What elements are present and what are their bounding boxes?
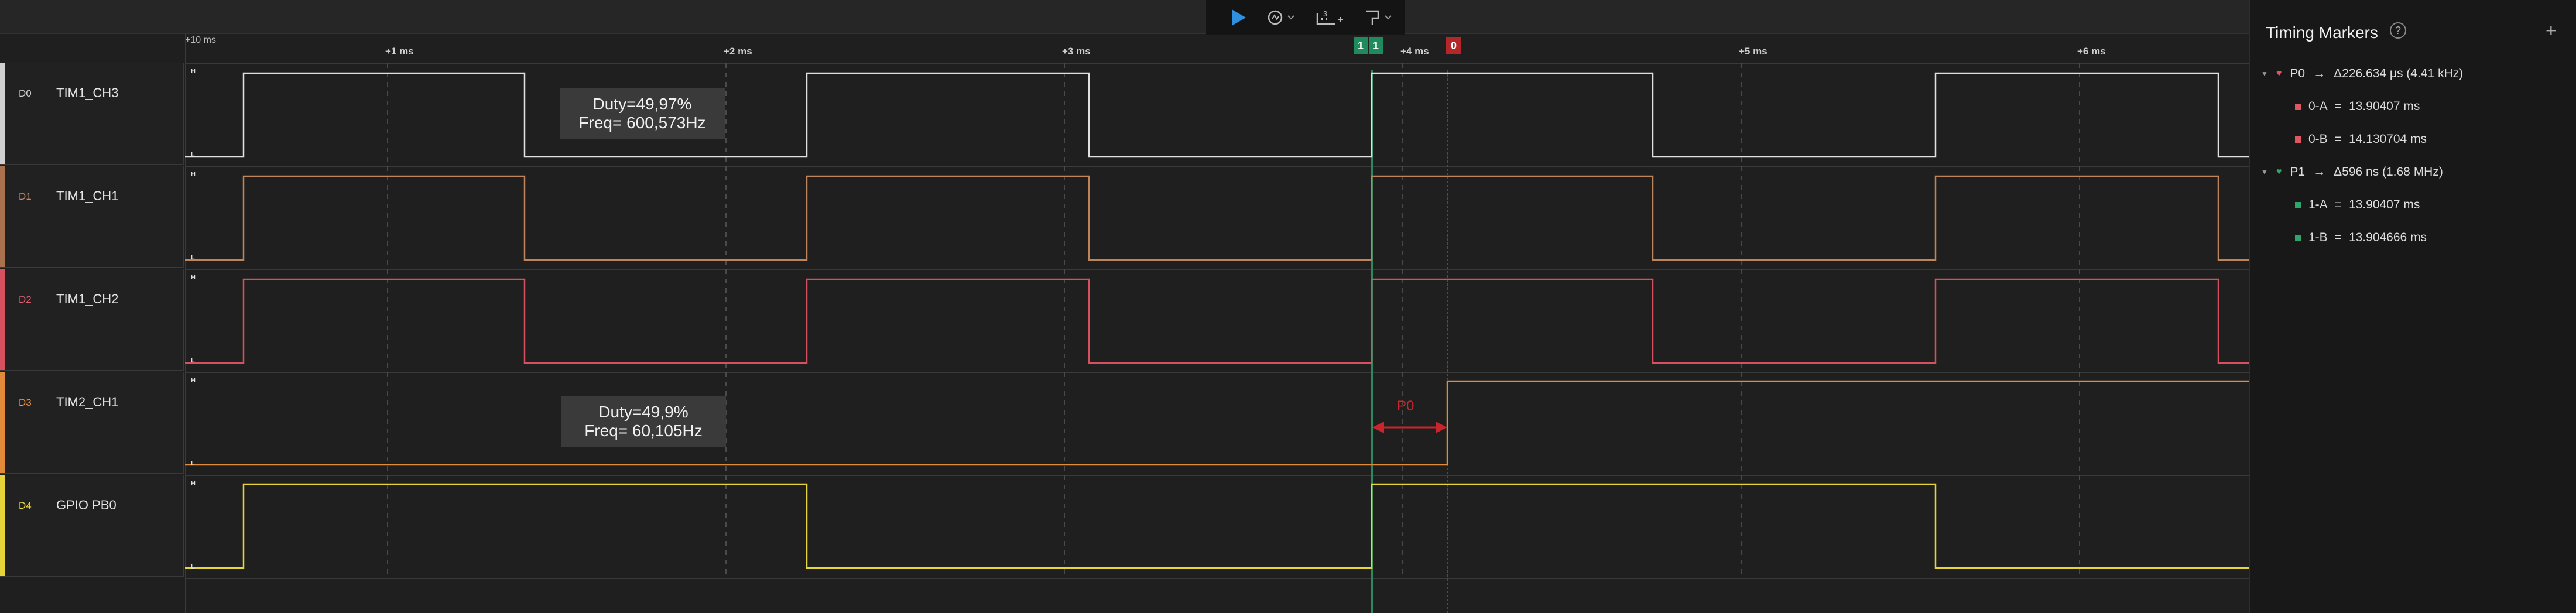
chevron-down-icon[interactable]: ▼ — [2261, 168, 2268, 176]
channel-row-d1[interactable]: D1 TIM1_CH1 — [0, 166, 184, 268]
low-level-label: L — [191, 357, 195, 364]
marker-pair-p1[interactable]: ▼ ♥ P1 → Δ596 ns (1.68 MHz) — [2261, 163, 2443, 181]
high-level-label: H — [191, 68, 196, 75]
p0-measure-arrow — [1372, 422, 1447, 433]
marker-row-0b[interactable]: 0-B = 14.130704 ms — [2295, 130, 2427, 149]
marker-row-0a[interactable]: 0-A = 13.90407 ms — [2295, 97, 2420, 116]
annotation-box-d3[interactable]: Duty=49,9% Freq= 60,105Hz — [561, 396, 726, 447]
annotation-line: Duty=49,97% — [592, 95, 692, 113]
channel-color-bar — [0, 63, 5, 164]
add-marker-pair-button[interactable]: + — [2546, 20, 2557, 42]
marker-pair-name: P0 — [2290, 67, 2306, 80]
marker-eq: = — [2334, 100, 2342, 113]
high-level-label: H — [191, 171, 196, 178]
marker-value: 13.90407 ms — [2348, 198, 2420, 211]
waveform-canvas — [185, 34, 2249, 613]
marker-color-icon — [2295, 136, 2301, 143]
capture-toolbar: 3 — [1206, 0, 1405, 35]
annotation-line: Duty=49,9% — [598, 403, 688, 421]
chevron-down-icon — [1287, 15, 1294, 20]
channel-name: TIM2_CH1 — [56, 395, 119, 409]
marker-pair-p0[interactable]: ▼ ♥ P0 → Δ226.634 μs (4.41 kHz) — [2261, 64, 2463, 83]
channel-row-d2[interactable]: D2 TIM1_CH2 — [0, 269, 184, 371]
marker-value: 14.130704 ms — [2348, 132, 2427, 146]
channel-id: D0 — [19, 88, 32, 99]
annotation-box-d0[interactable]: Duty=49,97% Freq= 600,573Hz — [560, 88, 725, 139]
marker-color-icon — [2295, 201, 2301, 208]
channel-row-d0[interactable]: D0 TIM1_CH3 — [0, 63, 184, 165]
channel-name: TIM1_CH2 — [56, 292, 119, 306]
low-level-label: L — [191, 254, 195, 261]
channel-id: D3 — [19, 397, 32, 408]
waveform-area[interactable]: H L H L H L H L H L P0 Duty=49,97% Freq=… — [185, 34, 2249, 613]
marker-value: 13.90407 ms — [2348, 100, 2420, 113]
channel-color-bar — [0, 475, 5, 576]
trigger-menu-button[interactable] — [1267, 9, 1295, 26]
high-level-label: H — [191, 480, 196, 487]
channel-name: TIM1_CH1 — [56, 189, 119, 203]
trigger-icon — [1268, 10, 1283, 25]
marker-pair-color-icon: ♥ — [2276, 69, 2282, 78]
timing-markers-panel: Timing Markers ? + ▼ ♥ P0 → Δ226.634 μs … — [2249, 0, 2576, 613]
waveform-d4 — [185, 483, 2249, 569]
channel-id: D2 — [19, 294, 32, 305]
channel-row-d3[interactable]: D3 TIM2_CH1 — [0, 372, 184, 474]
p0-measure-label: P0 — [1397, 398, 1414, 414]
waveform-d3 — [185, 380, 2249, 466]
low-level-label: L — [191, 460, 195, 467]
channel-name: GPIO PB0 — [56, 498, 117, 512]
marker-name: 1-B — [2308, 231, 2328, 244]
arrow-right-icon: → — [2313, 165, 2326, 179]
channel-color-bar — [0, 372, 5, 473]
low-level-label: L — [191, 151, 195, 158]
marker-pair-color-icon: ♥ — [2276, 167, 2282, 177]
low-level-label: L — [191, 563, 195, 570]
channel-name: TIM1_CH3 — [56, 85, 119, 100]
marker-eq: = — [2334, 198, 2342, 211]
chevron-down-icon — [1385, 15, 1392, 20]
panel-title: Timing Markers — [2266, 23, 2378, 42]
marker-name: 1-A — [2308, 198, 2328, 211]
channel-color-bar — [0, 269, 5, 370]
marker-value: 13.904666 ms — [2348, 231, 2427, 244]
play-button[interactable] — [1229, 8, 1247, 27]
annotation-line: Freq= 600,573Hz — [578, 114, 706, 132]
marker-color-icon — [2295, 234, 2301, 241]
marker-eq: = — [2334, 132, 2342, 146]
play-icon — [1232, 9, 1246, 26]
channel-id: D1 — [19, 191, 32, 202]
marker-eq: = — [2334, 231, 2342, 244]
top-bar — [0, 0, 2249, 34]
marker-name: 0-B — [2308, 132, 2328, 146]
measure-icon: 3 — [1316, 9, 1343, 25]
high-level-label: H — [191, 377, 196, 384]
help-icon[interactable]: ? — [2390, 22, 2406, 39]
waveform-d1 — [185, 175, 2249, 261]
channel-row-d4[interactable]: D4 GPIO PB0 — [0, 475, 184, 577]
add-measurement-button[interactable]: 3 — [1315, 9, 1344, 26]
marker-pair-delta: Δ596 ns (1.68 MHz) — [2334, 165, 2443, 179]
marker-row-1a[interactable]: 1-A = 13.90407 ms — [2295, 196, 2420, 214]
channel-color-bar — [0, 166, 5, 267]
marker-pair-delta: Δ226.634 μs (4.41 kHz) — [2334, 67, 2464, 80]
marker-pair-name: P1 — [2290, 165, 2306, 179]
high-level-label: H — [191, 274, 196, 281]
waveform-d0 — [185, 72, 2249, 158]
marker-icon — [1366, 10, 1379, 25]
channel-id: D4 — [19, 500, 32, 511]
marker-color-icon — [2295, 103, 2301, 110]
arrow-right-icon: → — [2313, 67, 2326, 80]
marker-row-1b[interactable]: 1-B = 13.904666 ms — [2295, 228, 2427, 247]
marker-menu-button[interactable] — [1364, 9, 1392, 26]
chevron-down-icon[interactable]: ▼ — [2261, 70, 2268, 78]
annotation-line: Freq= 60,105Hz — [584, 422, 703, 440]
waveform-d2 — [185, 278, 2249, 364]
svg-text:3: 3 — [1323, 9, 1327, 18]
marker-name: 0-A — [2308, 100, 2328, 113]
